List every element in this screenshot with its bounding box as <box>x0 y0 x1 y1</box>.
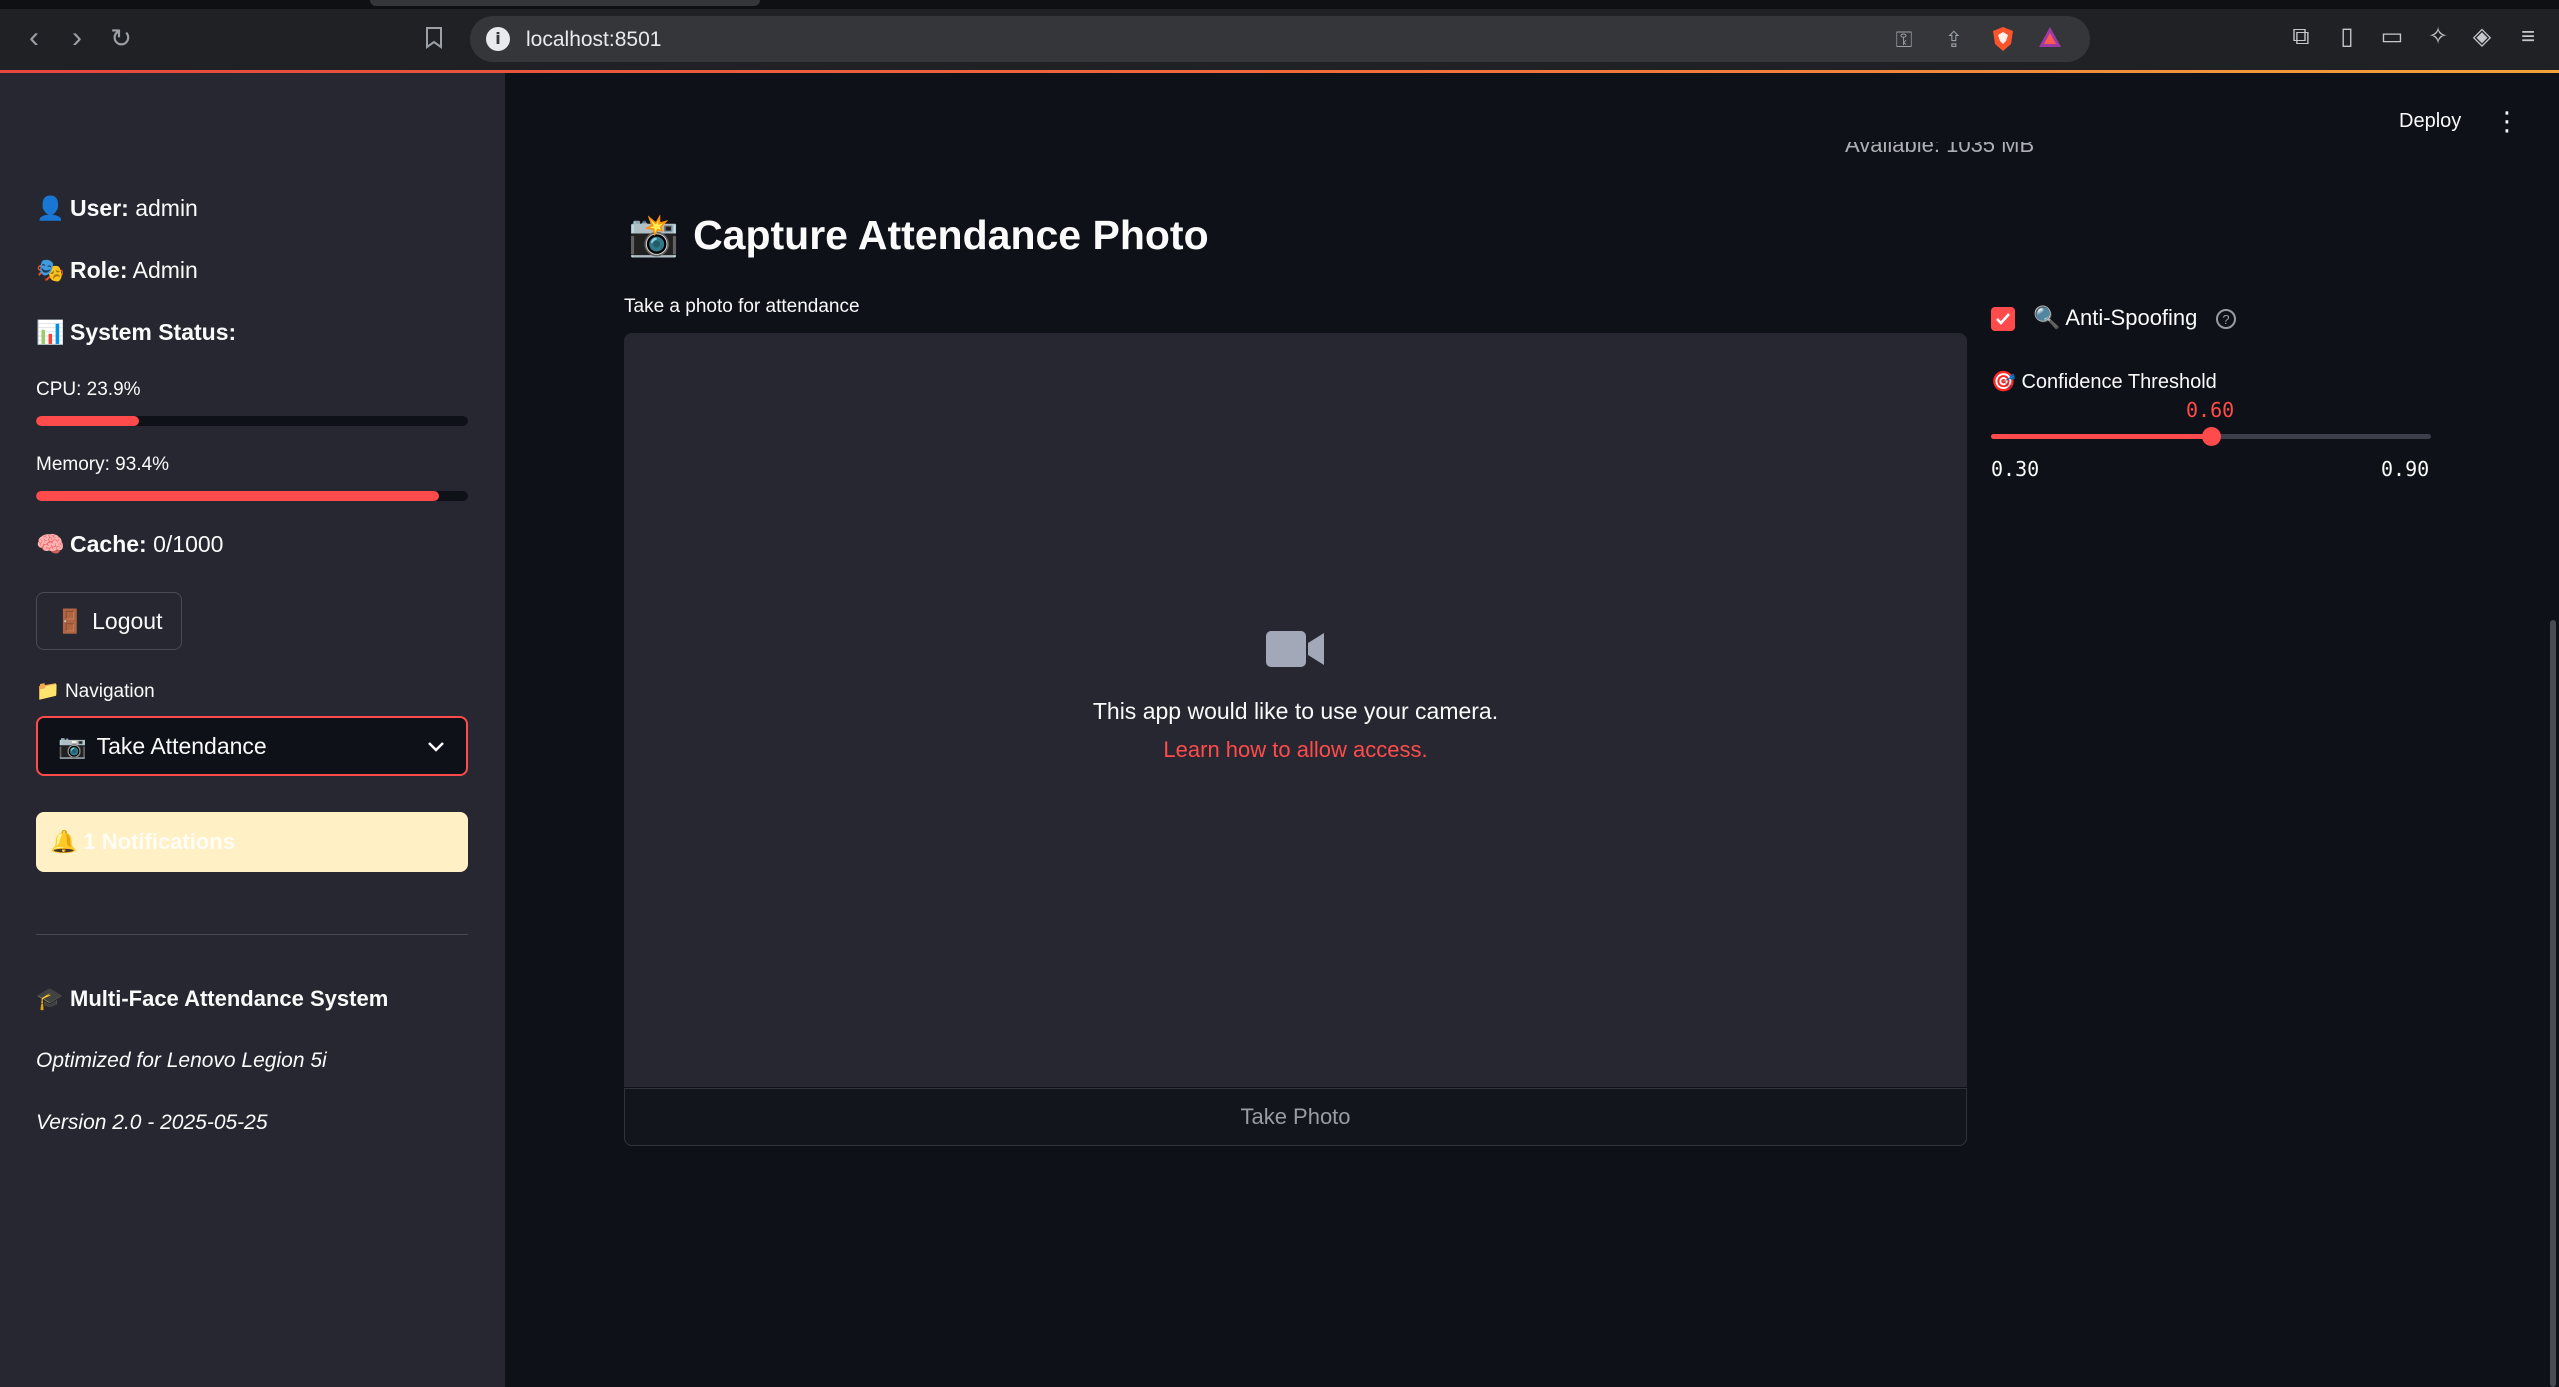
camera-flash-icon: 📸 <box>628 212 680 258</box>
sidebar: 👤 User: admin 🎭 Role: Admin 📊 System Status… <box>0 73 505 1387</box>
active-tab[interactable] <box>370 0 760 6</box>
folder-icon: 📁 <box>36 681 60 702</box>
navigation-label-text: Navigation <box>64 681 155 702</box>
cache-label: Cache: <box>70 531 147 557</box>
cpu-label: CPU: 23.9% <box>36 379 141 400</box>
role-value: Admin <box>132 257 198 283</box>
app-name: 🎓 Multi-Face Attendance System <box>36 986 388 1012</box>
reload-icon[interactable]: ↻ <box>101 18 141 58</box>
share-icon[interactable]: ⇪ <box>1940 26 1968 54</box>
bell-icon: 🔔 <box>50 829 78 854</box>
forward-icon[interactable]: › <box>57 18 97 58</box>
scrolled-out-text: Available: 1035 MB <box>1845 142 2075 164</box>
system-status-label: System Status: <box>70 319 237 345</box>
address-bar[interactable]: i localhost:8501 ⚿ ⇪ <box>470 16 2090 62</box>
check-icon <box>1996 313 2010 325</box>
cache-value: 0/1000 <box>153 531 224 557</box>
masks-icon: 🎭 <box>36 257 65 283</box>
cpu-progress-bar <box>36 416 468 426</box>
magnifier-icon: 🔍 <box>2033 305 2061 330</box>
threshold-slider-track[interactable] <box>1991 427 2431 446</box>
anti-spoofing-text: Anti-Spoofing <box>2065 305 2198 330</box>
page-title-text: Capture Attendance Photo <box>693 212 1209 258</box>
camera-small-icon: 📷 <box>58 732 87 759</box>
system-status-heading: 📊 System Status: <box>36 319 236 346</box>
key-icon[interactable]: ⚿ <box>1890 26 1918 54</box>
threshold-slider-thumb[interactable] <box>2202 427 2221 446</box>
extensions-icon[interactable]: ⧉ <box>2286 22 2316 52</box>
user-icon: 👤 <box>36 195 65 221</box>
sidebar-divider <box>36 934 468 935</box>
page-scrollbar[interactable] <box>2550 620 2556 1387</box>
door-icon: 🚪 <box>55 607 85 634</box>
deploy-button[interactable]: Deploy <box>2399 110 2461 133</box>
brave-rewards-icon[interactable] <box>2036 26 2064 54</box>
threshold-slider-fill <box>1991 434 2211 439</box>
threshold-min: 0.30 <box>1991 457 2040 481</box>
bookmark-icon[interactable] <box>414 18 454 58</box>
threshold-max: 0.90 <box>2381 457 2430 481</box>
video-camera-icon <box>1266 631 1324 667</box>
brain-icon: 🧠 <box>36 531 65 557</box>
user-info: 👤 User: admin <box>36 195 198 222</box>
camera-input-label: Take a photo for attendance <box>624 296 860 317</box>
wallet-icon[interactable]: ▭ <box>2377 22 2407 52</box>
leo-ai-icon[interactable]: ✧ <box>2423 22 2453 52</box>
browser-toolbar: ‹ › ↻ i localhost:8501 ⚿ ⇪ ⧉ ▯ ▭ ✧ ◈ ≡ <box>0 0 2559 73</box>
anti-spoofing-label[interactable]: 🔍 Anti-Spoofing <box>2033 305 2197 331</box>
notifications-label: 1 Notifications <box>83 829 235 854</box>
threshold-label-text: Confidence Threshold <box>2021 371 2217 393</box>
more-options-icon[interactable]: ⋮ <box>2494 106 2520 136</box>
logout-button[interactable]: 🚪 Logout <box>36 592 182 650</box>
camera-permission-message: This app would like to use your camera. <box>1092 698 1499 724</box>
role-info: 🎭 Role: Admin <box>36 257 198 284</box>
memory-progress-bar <box>36 491 468 501</box>
graduation-cap-icon: 🎓 <box>36 986 64 1011</box>
user-label: User: <box>70 195 129 221</box>
sidebar-toggle-icon[interactable]: ▯ <box>2332 22 2362 52</box>
take-photo-button[interactable]: Take Photo <box>624 1088 1967 1146</box>
version-text: Version 2.0 - 2025-05-25 <box>36 1111 268 1134</box>
available-memory-text: Available: 1035 MB <box>1845 142 2035 157</box>
logout-label: Logout <box>92 607 163 634</box>
notifications-banner[interactable]: 🔔 1 Notifications <box>36 812 468 872</box>
optimized-text: Optimized for Lenovo Legion 5i <box>36 1049 327 1072</box>
brave-shield-icon[interactable] <box>1989 26 2017 54</box>
cache-info: 🧠 Cache: 0/1000 <box>36 531 223 558</box>
target-icon: 🎯 <box>1991 371 2016 393</box>
threshold-label: 🎯 Confidence Threshold <box>1991 369 2217 394</box>
user-value: admin <box>135 195 198 221</box>
anti-spoofing-checkbox[interactable] <box>1991 307 2015 331</box>
navigation-selected-value: Take Attendance <box>96 732 267 759</box>
role-label: Role: <box>70 257 128 283</box>
site-info-icon[interactable]: i <box>486 27 510 51</box>
help-icon[interactable]: ? <box>2216 309 2236 329</box>
camera-access-link[interactable]: Learn how to allow access. <box>624 737 1967 763</box>
navigation-select[interactable]: 📷 Take Attendance <box>36 716 468 776</box>
cpu-progress-fill <box>36 416 140 426</box>
url-text[interactable]: localhost:8501 <box>526 28 661 52</box>
chevron-down-icon <box>428 742 444 752</box>
vpn-icon[interactable]: ◈ <box>2467 22 2497 52</box>
menu-icon[interactable]: ≡ <box>2513 22 2543 52</box>
back-icon[interactable]: ‹ <box>14 18 54 58</box>
memory-label: Memory: 93.4% <box>36 454 170 475</box>
app-name-text: Multi-Face Attendance System <box>70 986 389 1011</box>
page-title: 📸 Capture Attendance Photo <box>628 212 1209 260</box>
threshold-value: 0.60 <box>2186 398 2235 422</box>
chart-icon: 📊 <box>36 319 65 345</box>
memory-progress-fill <box>36 491 440 501</box>
navigation-label: 📁 Navigation <box>36 679 155 703</box>
